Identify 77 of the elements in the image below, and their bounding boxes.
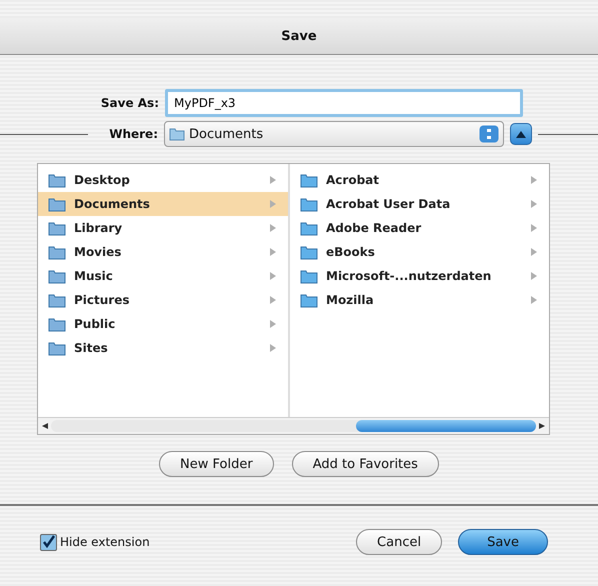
disclosure-arrow-icon <box>270 272 276 280</box>
folder-item[interactable]: Pictures <box>38 288 288 312</box>
folder-item[interactable]: Adobe Reader <box>290 216 549 240</box>
folder-item[interactable]: Acrobat <box>290 168 549 192</box>
folder-name: Microsoft-...nutzerdaten <box>326 269 492 283</box>
scroll-left-icon <box>42 423 48 429</box>
folder-name: Acrobat User Data <box>326 197 452 211</box>
disclosure-arrow-icon <box>270 296 276 304</box>
browser-button[interactable]: Add to Favorites <box>292 451 439 477</box>
folder-icon <box>48 268 66 284</box>
scroll-right-icon <box>539 423 545 429</box>
folder-icon <box>300 172 318 188</box>
folder-icon <box>300 196 318 212</box>
disclosure-arrow-icon <box>270 344 276 352</box>
dialog-button[interactable]: Cancel <box>356 529 442 555</box>
folder-icon <box>48 196 66 212</box>
disclosure-arrow-icon <box>531 200 537 208</box>
folder-name: eBooks <box>326 245 376 259</box>
folder-icon <box>48 244 66 260</box>
folder-name: Acrobat <box>326 173 380 187</box>
disclosure-arrow-icon <box>270 200 276 208</box>
folder-name: Adobe Reader <box>326 221 422 235</box>
folder-item[interactable]: Mozilla <box>290 288 549 312</box>
folder-icon <box>48 172 66 188</box>
folder-icon <box>48 220 66 236</box>
folder-item[interactable]: Desktop <box>38 168 288 192</box>
folder-name: Pictures <box>74 293 130 307</box>
folder-icon <box>169 127 185 141</box>
dialog-button[interactable]: Save <box>458 529 548 555</box>
disclosure-arrow-icon <box>270 176 276 184</box>
disclosure-arrow-icon <box>531 224 537 232</box>
folder-name: Desktop <box>74 173 131 187</box>
folder-icon <box>300 220 318 236</box>
disclosure-arrow-icon <box>270 248 276 256</box>
folder-item[interactable]: Sites <box>38 336 288 360</box>
checkbox-label: Hide extension <box>60 535 150 549</box>
folder-item[interactable]: eBooks <box>290 240 549 264</box>
folder-name: Public <box>74 317 116 331</box>
collapse-button[interactable] <box>510 123 532 145</box>
folder-item[interactable]: Microsoft-...nutzerdaten <box>290 264 549 288</box>
up-triangle-icon <box>516 130 526 138</box>
disclosure-arrow-icon <box>531 272 537 280</box>
file-name-field[interactable]: MyPDF_x3 <box>165 89 523 117</box>
folder-item[interactable]: Library <box>38 216 288 240</box>
folder-item[interactable]: Acrobat User Data <box>290 192 549 216</box>
horizontal-scrollbar[interactable] <box>38 417 549 434</box>
folder-name: Documents <box>74 197 151 211</box>
save-as-label: Save As: <box>100 96 159 110</box>
window-title: Save <box>281 28 317 44</box>
folder-icon <box>300 244 318 260</box>
checkbox[interactable] <box>40 534 57 550</box>
folder-icon <box>48 292 66 308</box>
disclosure-arrow-icon <box>531 176 537 184</box>
folder-item[interactable]: Documents <box>38 192 288 216</box>
folder-name: Music <box>74 269 114 283</box>
folder-icon <box>48 316 66 332</box>
scroll-thumb[interactable] <box>356 420 536 432</box>
where-label: Where: <box>108 127 158 141</box>
checkmark-icon <box>42 535 56 549</box>
folder-name: Movies <box>74 245 122 259</box>
browser-button[interactable]: New Folder <box>159 451 274 477</box>
folder-icon <box>300 268 318 284</box>
hide-extension-checkbox[interactable]: Hide extension <box>40 534 150 550</box>
disclosure-arrow-icon <box>531 248 537 256</box>
folder-icon <box>48 340 66 356</box>
location-popup[interactable]: Documents <box>164 121 504 147</box>
folder-name: Sites <box>74 341 109 355</box>
folder-item[interactable]: Movies <box>38 240 288 264</box>
folder-icon <box>300 292 318 308</box>
disclosure-arrow-icon <box>531 296 537 304</box>
stepper-icon <box>479 125 499 143</box>
folder-item[interactable]: Music <box>38 264 288 288</box>
disclosure-arrow-icon <box>270 320 276 328</box>
disclosure-arrow-icon <box>270 224 276 232</box>
folder-name: Mozilla <box>326 293 375 307</box>
folder-name: Library <box>74 221 124 235</box>
folder-item[interactable]: Public <box>38 312 288 336</box>
